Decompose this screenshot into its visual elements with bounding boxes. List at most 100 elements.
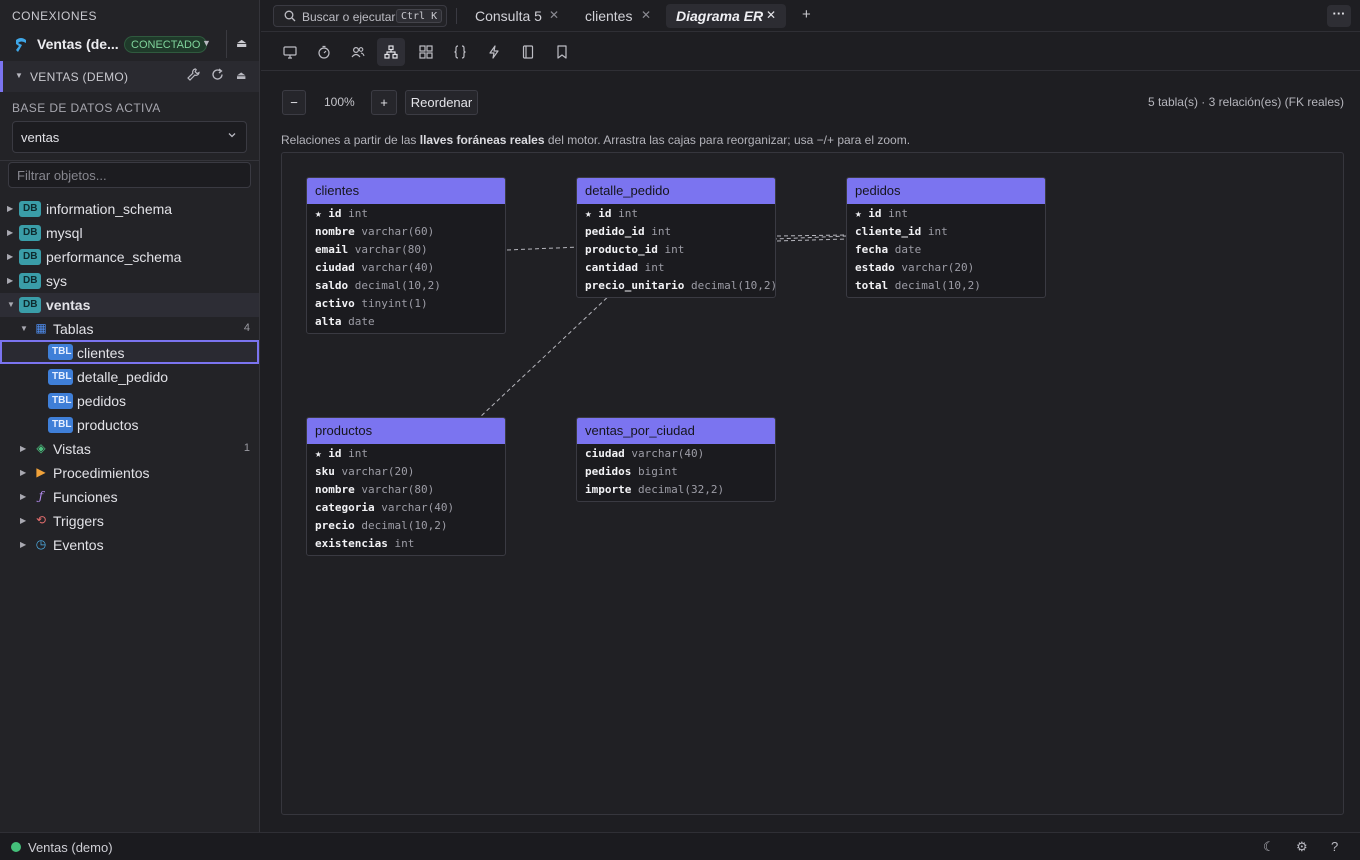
tree-table-pedidos[interactable]: TBL pedidos [0, 389, 259, 413]
play-icon: ▶ [36, 465, 46, 479]
close-icon[interactable]: ✕ [641, 8, 651, 22]
expand-caret-icon[interactable]: ▶ [20, 540, 26, 549]
table-grid-icon: ▦ [35, 321, 47, 335]
tab-diagrama-er[interactable]: Diagrama ER ✕ [666, 4, 786, 28]
tree-db-performance-schema[interactable]: ▶ DB performance_schema [0, 245, 259, 269]
entity-productos[interactable]: productos ★ id int sku varchar(20) nombre v… [306, 417, 506, 556]
zoom-in-button[interactable]: + [371, 90, 397, 115]
bolt-icon[interactable] [480, 38, 508, 66]
expand-caret-icon[interactable]: ▶ [20, 444, 26, 453]
tab-clientes[interactable]: clientes ✕ [575, 4, 657, 28]
connection-db-header[interactable]: ▼ VENTAS (DEMO) ⏏ [0, 61, 259, 92]
tree-table-clientes[interactable]: TBL clientes [0, 340, 259, 364]
diagram-icon[interactable] [377, 38, 405, 66]
entity-header[interactable]: ventas_por_ciudad [577, 418, 775, 444]
add-tab-button[interactable]: + [802, 6, 811, 23]
users-icon[interactable] [344, 38, 372, 66]
collapse-caret-icon[interactable]: ▼ [7, 300, 15, 309]
disconnect-eject-icon[interactable]: ⏏ [236, 36, 247, 50]
command-search[interactable]: Buscar o ejecutar Ctrl K [273, 5, 447, 27]
tree-table-productos[interactable]: TBL productos [0, 413, 259, 437]
tree-group-funciones[interactable]: ▶ ƒ Funciones [0, 485, 259, 509]
entity-header[interactable]: clientes [307, 178, 505, 204]
tree-table-detalle-pedido[interactable]: TBL detalle_pedido [0, 365, 259, 389]
expand-caret-icon[interactable]: ▶ [20, 468, 26, 477]
tree-db-sys[interactable]: ▶ DB sys [0, 269, 259, 293]
tree-db-label: performance_schema [46, 249, 182, 265]
entity-detalle-pedido[interactable]: detalle_pedido ★ id int pedido_id int produ… [576, 177, 777, 298]
column-name: id [868, 207, 882, 220]
primary-key-star-icon: ★ [315, 207, 329, 220]
moon-icon[interactable]: ☾ [1263, 839, 1275, 855]
command-search-placeholder: Buscar o ejecutar [302, 10, 396, 24]
expand-caret-icon[interactable]: ▶ [7, 276, 13, 285]
column-type: tinyint(1) [361, 297, 428, 310]
grid-icon[interactable] [412, 38, 440, 66]
entity-columns: ciudad varchar(40) pedidos bigint importe … [577, 444, 775, 501]
tree-group-label: Procedimientos [53, 465, 150, 481]
tree-group-label: Vistas [53, 441, 91, 457]
entity-pedidos[interactable]: pedidos ★ id int cliente_id int fecha date e… [846, 177, 1046, 298]
connection-dropdown-icon[interactable]: ▼ [202, 38, 211, 48]
refresh-icon[interactable] [211, 68, 224, 84]
more-menu-button[interactable]: ··· [1327, 5, 1351, 27]
expand-caret-icon[interactable]: ▶ [7, 228, 13, 237]
close-icon[interactable]: ✕ [766, 8, 776, 22]
status-connection-label: Ventas (demo) [28, 840, 113, 855]
active-db-select[interactable]: ventas [12, 121, 247, 153]
tree-db-mysql[interactable]: ▶ DB mysql [0, 221, 259, 245]
tree-group-eventos[interactable]: ▶ ◷ Eventos [0, 533, 259, 557]
tree-db-ventas[interactable]: ▼ DB ventas [0, 293, 259, 317]
table-badge: TBL [48, 417, 73, 433]
column-type: varchar(60) [361, 225, 435, 238]
expand-caret-icon[interactable]: ▶ [20, 516, 26, 525]
divider [456, 8, 457, 24]
reorder-button[interactable]: Reordenar [405, 90, 478, 115]
tab-consulta-5[interactable]: Consulta 5 ✕ [465, 4, 561, 28]
collapse-caret-icon[interactable]: ▼ [15, 71, 23, 80]
connection-row[interactable]: Ventas (de... CONECTADO ▼ ⏏ [0, 32, 259, 58]
db-badge: DB [19, 225, 41, 241]
column-type: int [664, 243, 685, 256]
entity-ventas-por-ciudad[interactable]: ventas_por_ciudad ciudad varchar(40) pedid… [576, 417, 776, 502]
tree-db-information-schema[interactable]: ▶ DB information_schema [0, 197, 259, 221]
active-db-value: ventas [21, 130, 60, 145]
timer-icon[interactable] [310, 38, 338, 66]
trigger-icon: ⟲ [35, 513, 47, 527]
close-icon[interactable]: ✕ [549, 8, 559, 22]
braces-icon[interactable] [446, 38, 474, 66]
notebook-icon[interactable] [514, 38, 542, 66]
primary-key-star-icon: ★ [585, 207, 599, 220]
column-name: importe [585, 483, 632, 496]
tree-group-vistas[interactable]: ▶ ◈ Vistas 1 [0, 437, 259, 461]
tab-bar: Buscar o ejecutar Ctrl K Consulta 5 ✕ cl… [261, 0, 1360, 32]
tree-group-procedimientos[interactable]: ▶ ▶ Procedimientos [0, 461, 259, 485]
database-logo-icon [16, 38, 26, 52]
gear-icon[interactable]: ⚙ [1296, 839, 1308, 855]
tree-group-tablas[interactable]: ▼ ▦ Tablas 4 [0, 317, 259, 341]
monitor-icon[interactable] [276, 38, 304, 66]
er-diagram-canvas[interactable]: clientes ★ id int nombre varchar(60) email … [281, 152, 1344, 815]
status-bar: Ventas (demo) ☾ ⚙ ? [0, 832, 1360, 860]
column-type: int [651, 225, 672, 238]
column-type: int [394, 537, 415, 550]
entity-clientes[interactable]: clientes ★ id int nombre varchar(60) email … [306, 177, 506, 334]
wrench-icon[interactable] [187, 68, 200, 84]
expand-caret-icon[interactable]: ▶ [20, 492, 26, 501]
entity-header[interactable]: pedidos [847, 178, 1045, 204]
collapse-caret-icon[interactable]: ▼ [20, 324, 28, 333]
entity-column-row: existencias int [307, 535, 505, 553]
eject-icon[interactable]: ⏏ [236, 69, 246, 82]
help-icon[interactable]: ? [1331, 839, 1338, 854]
entity-header[interactable]: detalle_pedido [577, 178, 775, 204]
tree-group-count: 4 [243, 322, 250, 334]
expand-caret-icon[interactable]: ▶ [7, 252, 13, 261]
bookmark-icon[interactable] [548, 38, 576, 66]
zoom-out-button[interactable]: − [282, 90, 306, 115]
table-badge: TBL [48, 393, 73, 409]
entity-column-row: sku varchar(20) [307, 463, 505, 481]
entity-header[interactable]: productos [307, 418, 505, 444]
tree-group-triggers[interactable]: ▶ ⟲ Triggers [0, 509, 259, 533]
expand-caret-icon[interactable]: ▶ [7, 204, 13, 213]
filter-objects-input[interactable] [8, 162, 251, 188]
